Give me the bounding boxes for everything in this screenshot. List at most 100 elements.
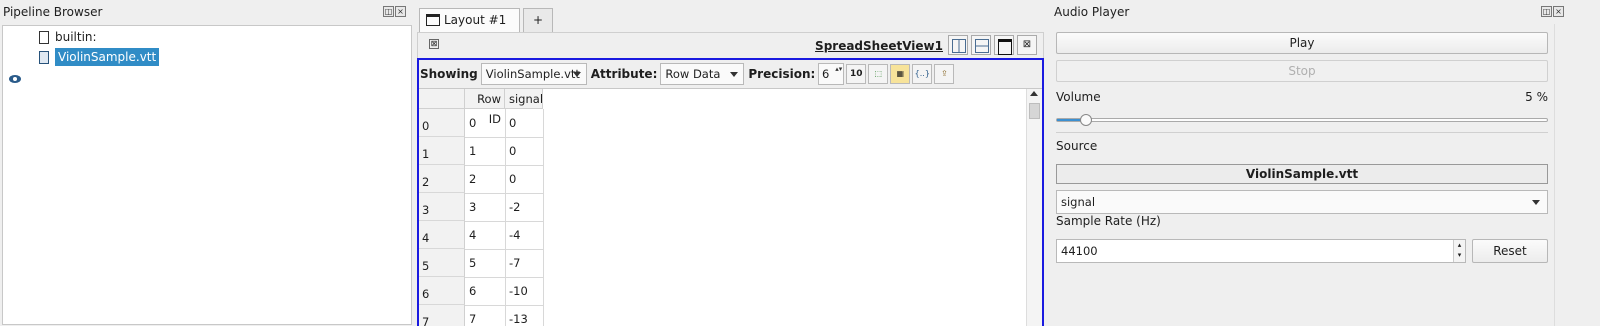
cell-row-id[interactable]: 6 (465, 277, 476, 305)
tab-label: Layout #1 (444, 13, 507, 27)
toggle-cell-connectivity-icon[interactable]: {..} (912, 64, 933, 84)
source-value: ViolinSample.vtt (1056, 164, 1548, 184)
pipeline-browser-panel: Pipeline Browser ◫ × builtin: ViolinSamp… (0, 4, 414, 326)
row-divider (465, 165, 543, 166)
maximize-icon[interactable] (994, 35, 1014, 55)
cell-row-id[interactable]: 7 (465, 305, 476, 326)
fixed-representation-icon[interactable]: 10 (846, 64, 867, 84)
layout-area: Layout #1 ⊠ + SpreadSheetView1 ⊠ Showing … (417, 4, 1048, 326)
cell-row-id[interactable]: 0 (465, 109, 476, 137)
attribute-label: Attribute: (590, 67, 658, 81)
stop-button[interactable]: Stop (1056, 60, 1548, 82)
showing-label: Showing (420, 67, 478, 81)
precision-spinbox[interactable]: 6 (818, 63, 845, 85)
chevron-down-icon (572, 72, 581, 77)
row-divider (465, 137, 543, 138)
vertical-scrollbar[interactable] (1026, 89, 1042, 326)
showing-select[interactable]: ViolinSample.vtt (480, 63, 587, 85)
float-dock-icon[interactable]: ◫ (1541, 6, 1552, 17)
tree-item-builtin[interactable]: builtin: (39, 28, 97, 46)
scroll-up-icon[interactable] (1030, 91, 1038, 96)
chevron-down-icon (1532, 200, 1540, 205)
export-spreadsheet-icon[interactable]: ⇪ (934, 64, 955, 84)
corner-cell (419, 89, 465, 109)
cell-signal[interactable]: -2 (505, 193, 520, 221)
pipeline-dock-buttons: ◫ × (383, 6, 406, 17)
table-source-icon (39, 50, 49, 64)
row-header[interactable]: 3 (419, 193, 465, 221)
audio-player-title: Audio Player ◫ × (1052, 4, 1600, 23)
showing-value: ViolinSample.vtt (485, 67, 580, 81)
row-header[interactable]: 6 (419, 277, 465, 305)
row-divider (465, 249, 543, 250)
row-header[interactable]: 4 (419, 221, 465, 249)
cell-signal[interactable]: 0 (505, 137, 516, 165)
layout-tabbar: Layout #1 ⊠ + (417, 4, 1048, 49)
pipeline-browser-title-text: Pipeline Browser (3, 5, 103, 19)
pipeline-tree[interactable]: builtin: ViolinSample.vtt (2, 25, 412, 325)
play-button[interactable]: Play (1056, 32, 1548, 54)
close-dock-icon[interactable]: × (395, 6, 406, 17)
eye-visibility-icon[interactable] (9, 75, 21, 83)
cell-row-id[interactable]: 4 (465, 221, 476, 249)
row-divider (465, 193, 543, 194)
volume-slider[interactable] (1056, 114, 1548, 126)
audio-player-title-text: Audio Player (1054, 5, 1130, 19)
column-visibility-icon[interactable]: ▦ (890, 64, 911, 84)
array-select[interactable]: signal (1056, 190, 1548, 214)
spreadsheet-view: Showing ViolinSample.vtt Attribute: Row … (417, 58, 1044, 326)
close-tab-icon[interactable]: ⊠ (429, 39, 439, 49)
view-titlebar: SpreadSheetView1 ⊠ (417, 32, 1044, 58)
cell-signal[interactable]: 0 (505, 109, 516, 137)
reset-button[interactable]: Reset (1472, 239, 1548, 263)
volume-label: Volume (1056, 90, 1101, 104)
spin-arrows-icon[interactable]: ▴ ▾ (1453, 240, 1465, 262)
volume-value: 5 % (1525, 90, 1548, 104)
split-vertical-icon[interactable] (971, 35, 991, 55)
tree-item-label: ViolinSample.vtt (55, 48, 160, 66)
view-buttons: ⊠ (948, 35, 1037, 55)
volume-slider-fill (1057, 119, 1082, 121)
window-icon (426, 14, 440, 26)
divider (1056, 132, 1548, 133)
cell-row-id[interactable]: 3 (465, 193, 476, 221)
audio-player-panel: Audio Player ◫ × Play Stop Volume 5 % So… (1052, 4, 1600, 326)
column-header-row-id[interactable]: Row ID (465, 89, 505, 126)
add-tab-button[interactable]: + (523, 8, 553, 32)
selection-only-icon[interactable]: ⬚ (868, 64, 889, 84)
row-header[interactable]: 0 (419, 109, 465, 137)
source-label: Source (1056, 139, 1098, 153)
cell-signal[interactable]: 0 (505, 165, 516, 193)
pipeline-browser-title: Pipeline Browser ◫ × (0, 4, 414, 23)
cell-signal[interactable]: -13 (505, 305, 528, 326)
spreadsheet-table[interactable]: Row ID signal 0 0 0 1 1 0 2 2 0 3 3 -2 4… (419, 88, 1042, 326)
sample-rate-label: Sample Rate (Hz) (1056, 214, 1161, 228)
cell-signal[interactable]: -10 (505, 277, 528, 305)
tab-layout-1[interactable]: Layout #1 ⊠ (419, 8, 520, 49)
cell-signal[interactable]: -4 (505, 221, 520, 249)
row-header[interactable]: 7 (419, 305, 465, 326)
row-divider (465, 277, 543, 278)
cell-row-id[interactable]: 2 (465, 165, 476, 193)
cell-row-id[interactable]: 5 (465, 249, 476, 277)
float-dock-icon[interactable]: ◫ (383, 6, 394, 17)
column-header-signal[interactable]: signal (505, 89, 543, 109)
close-dock-icon[interactable]: × (1553, 6, 1564, 17)
row-header[interactable]: 5 (419, 249, 465, 277)
sample-rate-input[interactable]: 44100 ▴ ▾ (1056, 239, 1466, 263)
tree-item-violinsample[interactable]: ViolinSample.vtt (39, 48, 160, 66)
close-view-icon[interactable]: ⊠ (1017, 35, 1037, 55)
server-icon (39, 30, 49, 44)
attribute-value: Row Data (665, 67, 721, 81)
row-header[interactable]: 1 (419, 137, 465, 165)
view-name[interactable]: SpreadSheetView1 (815, 39, 943, 53)
split-horizontal-icon[interactable] (948, 35, 968, 55)
volume-slider-handle[interactable] (1080, 114, 1092, 126)
table-header: Row ID signal (419, 89, 543, 126)
cell-row-id[interactable]: 1 (465, 137, 476, 165)
attribute-select[interactable]: Row Data (660, 63, 745, 85)
row-header[interactable]: 2 (419, 165, 465, 193)
cell-signal[interactable]: -7 (505, 249, 520, 277)
array-select-value: signal (1061, 195, 1096, 209)
scroll-thumb[interactable] (1029, 103, 1040, 119)
